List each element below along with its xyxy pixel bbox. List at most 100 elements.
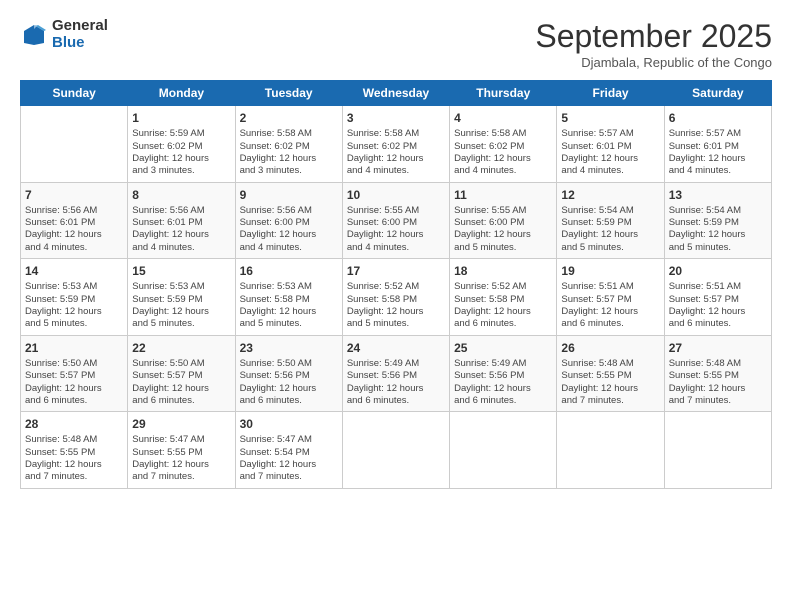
day-number: 6: [669, 110, 767, 126]
day-info: Sunrise: 5:57 AM Sunset: 6:01 PM Dayligh…: [669, 128, 767, 177]
day-info: Sunrise: 5:54 AM Sunset: 5:59 PM Dayligh…: [669, 205, 767, 254]
day-number: 16: [240, 263, 338, 279]
cell-w3-d4: 25 Sunrise: 5:49 AM Sunset: 5:56 PM Dayli…: [450, 335, 557, 412]
day-number: 29: [132, 416, 230, 432]
header-friday: Friday: [557, 81, 664, 106]
day-info: Sunrise: 5:51 AM Sunset: 5:57 PM Dayligh…: [561, 281, 659, 330]
day-info: Sunrise: 5:55 AM Sunset: 6:00 PM Dayligh…: [347, 205, 445, 254]
day-info: Sunrise: 5:56 AM Sunset: 6:01 PM Dayligh…: [25, 205, 123, 254]
day-number: 26: [561, 340, 659, 356]
week-row-2: 14 Sunrise: 5:53 AM Sunset: 5:59 PM Dayli…: [21, 259, 772, 336]
header-wednesday: Wednesday: [342, 81, 449, 106]
logo-icon: [20, 21, 48, 49]
cell-w4-d0: 28 Sunrise: 5:48 AM Sunset: 5:55 PM Dayli…: [21, 412, 128, 489]
week-row-4: 28 Sunrise: 5:48 AM Sunset: 5:55 PM Dayli…: [21, 412, 772, 489]
cell-w4-d4: [450, 412, 557, 489]
day-number: 15: [132, 263, 230, 279]
cell-w3-d2: 23 Sunrise: 5:50 AM Sunset: 5:56 PM Dayli…: [235, 335, 342, 412]
day-info: Sunrise: 5:52 AM Sunset: 5:58 PM Dayligh…: [454, 281, 552, 330]
cell-w2-d4: 18 Sunrise: 5:52 AM Sunset: 5:58 PM Dayli…: [450, 259, 557, 336]
cell-w0-d2: 2Sunrise: 5:58 AM Sunset: 6:02 PM Daylig…: [235, 106, 342, 183]
logo-blue-text: Blue: [52, 35, 108, 52]
cell-w4-d3: [342, 412, 449, 489]
day-number: 19: [561, 263, 659, 279]
cell-w1-d6: 13Sunrise: 5:54 AM Sunset: 5:59 PM Dayli…: [664, 182, 771, 259]
day-number: 20: [669, 263, 767, 279]
day-info: Sunrise: 5:58 AM Sunset: 6:02 PM Dayligh…: [240, 128, 338, 177]
cell-w2-d2: 16 Sunrise: 5:53 AM Sunset: 5:58 PM Dayli…: [235, 259, 342, 336]
cell-w3-d1: 22 Sunrise: 5:50 AM Sunset: 5:57 PM Dayli…: [128, 335, 235, 412]
cell-w2-d3: 17Sunrise: 5:52 AM Sunset: 5:58 PM Dayli…: [342, 259, 449, 336]
week-row-3: 21 Sunrise: 5:50 AM Sunset: 5:57 PM Dayli…: [21, 335, 772, 412]
day-number: 3: [347, 110, 445, 126]
cell-w4-d6: [664, 412, 771, 489]
cell-w0-d5: 5Sunrise: 5:57 AM Sunset: 6:01 PM Daylig…: [557, 106, 664, 183]
day-number: 24: [347, 340, 445, 356]
day-number: 11: [454, 187, 552, 203]
day-number: 30: [240, 416, 338, 432]
calendar-subtitle: Djambala, Republic of the Congo: [535, 55, 772, 70]
day-number: 27: [669, 340, 767, 356]
day-number: 18: [454, 263, 552, 279]
day-number: 12: [561, 187, 659, 203]
day-info: Sunrise: 5:47 AM Sunset: 5:55 PM Dayligh…: [132, 434, 230, 483]
cell-w2-d1: 15 Sunrise: 5:53 AM Sunset: 5:59 PM Dayli…: [128, 259, 235, 336]
cell-w2-d5: 19 Sunrise: 5:51 AM Sunset: 5:57 PM Dayli…: [557, 259, 664, 336]
day-info: Sunrise: 5:50 AM Sunset: 5:56 PM Dayligh…: [240, 358, 338, 407]
day-number: 25: [454, 340, 552, 356]
day-info: Sunrise: 5:53 AM Sunset: 5:58 PM Dayligh…: [240, 281, 338, 330]
cell-w1-d1: 8 Sunrise: 5:56 AM Sunset: 6:01 PM Daylig…: [128, 182, 235, 259]
day-info: Sunrise: 5:53 AM Sunset: 5:59 PM Dayligh…: [132, 281, 230, 330]
day-info: Sunrise: 5:48 AM Sunset: 5:55 PM Dayligh…: [25, 434, 123, 483]
cell-w2-d0: 14 Sunrise: 5:53 AM Sunset: 5:59 PM Dayli…: [21, 259, 128, 336]
cell-w3-d0: 21 Sunrise: 5:50 AM Sunset: 5:57 PM Dayli…: [21, 335, 128, 412]
cell-w4-d1: 29 Sunrise: 5:47 AM Sunset: 5:55 PM Dayli…: [128, 412, 235, 489]
header-sunday: Sunday: [21, 81, 128, 106]
day-number: 8: [132, 187, 230, 203]
title-area: September 2025 Djambala, Republic of the…: [535, 18, 772, 70]
day-info: Sunrise: 5:59 AM Sunset: 6:02 PM Dayligh…: [132, 128, 230, 177]
day-info: Sunrise: 5:47 AM Sunset: 5:54 PM Dayligh…: [240, 434, 338, 483]
day-number: 28: [25, 416, 123, 432]
header-thursday: Thursday: [450, 81, 557, 106]
day-info: Sunrise: 5:58 AM Sunset: 6:02 PM Dayligh…: [454, 128, 552, 177]
day-info: Sunrise: 5:58 AM Sunset: 6:02 PM Dayligh…: [347, 128, 445, 177]
cell-w1-d3: 10 Sunrise: 5:55 AM Sunset: 6:00 PM Dayli…: [342, 182, 449, 259]
cell-w3-d3: 24 Sunrise: 5:49 AM Sunset: 5:56 PM Dayli…: [342, 335, 449, 412]
cell-w1-d4: 11 Sunrise: 5:55 AM Sunset: 6:00 PM Dayli…: [450, 182, 557, 259]
day-info: Sunrise: 5:50 AM Sunset: 5:57 PM Dayligh…: [132, 358, 230, 407]
day-info: Sunrise: 5:54 AM Sunset: 5:59 PM Dayligh…: [561, 205, 659, 254]
cell-w0-d6: 6 Sunrise: 5:57 AM Sunset: 6:01 PM Daylig…: [664, 106, 771, 183]
cell-w3-d5: 26 Sunrise: 5:48 AM Sunset: 5:55 PM Dayli…: [557, 335, 664, 412]
cell-w4-d5: [557, 412, 664, 489]
day-number: 9: [240, 187, 338, 203]
day-info: Sunrise: 5:51 AM Sunset: 5:57 PM Dayligh…: [669, 281, 767, 330]
day-info: Sunrise: 5:53 AM Sunset: 5:59 PM Dayligh…: [25, 281, 123, 330]
cell-w2-d6: 20 Sunrise: 5:51 AM Sunset: 5:57 PM Dayli…: [664, 259, 771, 336]
day-number: 10: [347, 187, 445, 203]
logo: General Blue: [20, 18, 108, 51]
day-info: Sunrise: 5:49 AM Sunset: 5:56 PM Dayligh…: [347, 358, 445, 407]
day-info: Sunrise: 5:49 AM Sunset: 5:56 PM Dayligh…: [454, 358, 552, 407]
day-number: 22: [132, 340, 230, 356]
day-number: 23: [240, 340, 338, 356]
day-number: 4: [454, 110, 552, 126]
week-row-1: 7 Sunrise: 5:56 AM Sunset: 6:01 PM Daylig…: [21, 182, 772, 259]
day-number: 21: [25, 340, 123, 356]
day-info: Sunrise: 5:56 AM Sunset: 6:01 PM Dayligh…: [132, 205, 230, 254]
cell-w1-d5: 12 Sunrise: 5:54 AM Sunset: 5:59 PM Dayli…: [557, 182, 664, 259]
cell-w0-d0: [21, 106, 128, 183]
day-info: Sunrise: 5:50 AM Sunset: 5:57 PM Dayligh…: [25, 358, 123, 407]
cell-w0-d4: 4 Sunrise: 5:58 AM Sunset: 6:02 PM Daylig…: [450, 106, 557, 183]
day-number: 14: [25, 263, 123, 279]
calendar-title: September 2025: [535, 18, 772, 55]
day-info: Sunrise: 5:55 AM Sunset: 6:00 PM Dayligh…: [454, 205, 552, 254]
day-info: Sunrise: 5:48 AM Sunset: 5:55 PM Dayligh…: [669, 358, 767, 407]
day-number: 7: [25, 187, 123, 203]
day-info: Sunrise: 5:48 AM Sunset: 5:55 PM Dayligh…: [561, 358, 659, 407]
cell-w1-d0: 7 Sunrise: 5:56 AM Sunset: 6:01 PM Daylig…: [21, 182, 128, 259]
logo-text: General Blue: [52, 18, 108, 51]
calendar-table: Sunday Monday Tuesday Wednesday Thursday…: [20, 80, 772, 489]
cell-w3-d6: 27 Sunrise: 5:48 AM Sunset: 5:55 PM Dayli…: [664, 335, 771, 412]
week-row-0: 1Sunrise: 5:59 AM Sunset: 6:02 PM Daylig…: [21, 106, 772, 183]
